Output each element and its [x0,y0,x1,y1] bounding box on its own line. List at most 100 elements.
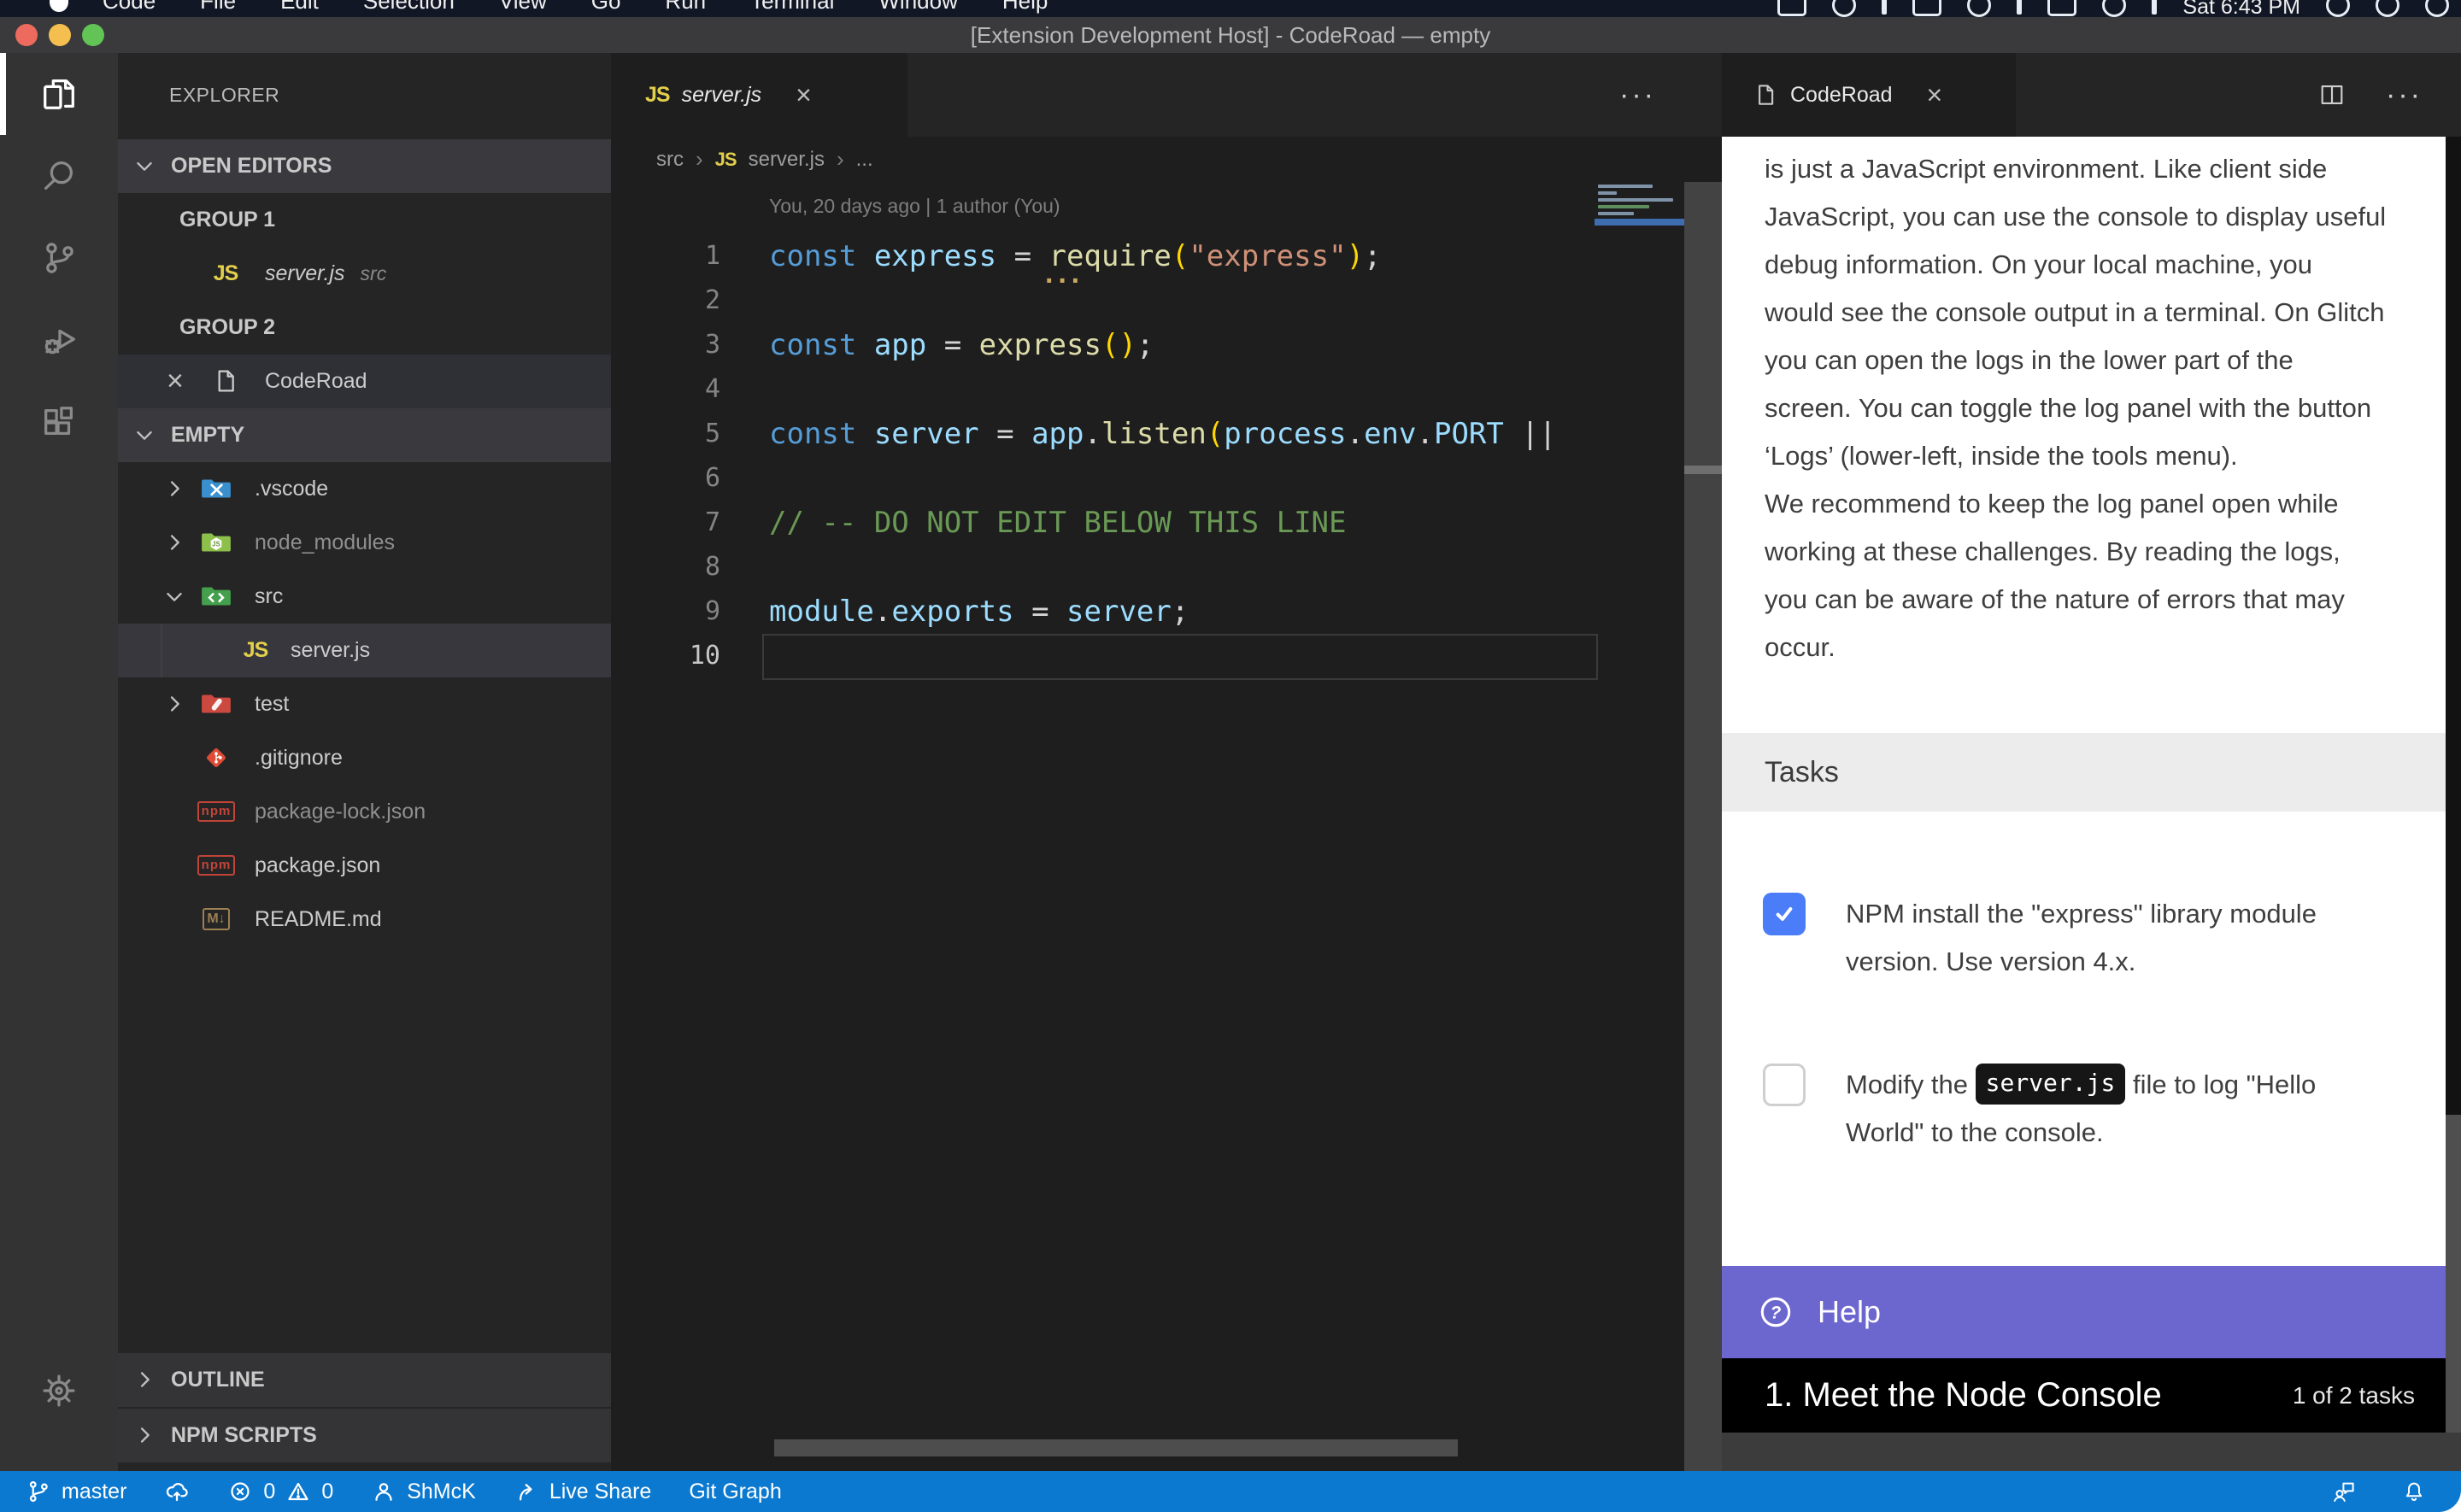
code-line[interactable]: 7// -- DO NOT EDIT BELOW THIS LINE [611,501,1679,545]
menu-item-window[interactable]: Window [878,0,957,15]
tree-item-src[interactable]: src [118,570,611,624]
tree-item-readme-md[interactable]: M↓README.md [118,893,611,946]
code-line[interactable]: 6 [611,456,1679,501]
code-line[interactable]: 3const app = express(); [611,323,1679,367]
close-tab-icon[interactable]: × [796,79,812,111]
code-line[interactable]: 4 [611,367,1679,412]
menu-item-run[interactable]: Run [665,0,706,15]
split-editor-icon[interactable] [2317,80,2346,109]
menu-item-go[interactable]: Go [591,0,621,15]
help-bar[interactable]: ? Help [1722,1266,2446,1358]
activity-extensions[interactable] [0,381,118,463]
split-icon [2317,80,2346,109]
code-line[interactable]: 8 [611,545,1679,589]
tab-coderoad[interactable]: CodeRoad × [1722,53,2016,137]
code-line[interactable]: 9module.exports = server; [611,589,1679,634]
lesson-bar[interactable]: 1. Meet the Node Console 1 of 2 tasks [1722,1358,2446,1433]
input-icon[interactable] [1967,0,1991,17]
menu-item-view[interactable]: View [499,0,547,15]
menu-item-code[interactable]: Code [103,0,156,15]
activity-run-debug[interactable] [0,299,118,381]
js-file-icon: JS [645,83,670,108]
open-editor-item-serverjs[interactable]: JSserver.jssrc [118,247,611,301]
editor-vertical-scrollbar[interactable] [1684,182,1722,1471]
section-outline[interactable]: OUTLINE [118,1353,611,1407]
branch-icon [26,1479,51,1504]
scrollbar-thumb[interactable] [1684,466,1722,474]
shield-icon[interactable] [1882,0,1887,15]
section-open-editors[interactable]: OPEN EDITORS [118,139,611,193]
task-checkbox-checked[interactable] [1763,893,1806,935]
apple-logo-icon[interactable] [50,0,68,12]
feedback-icon [2331,1479,2357,1504]
play-icon[interactable] [1912,0,1941,16]
activity-settings[interactable] [0,1350,118,1432]
status-git-graph[interactable]: Git Graph [689,1480,781,1504]
tree-item-package-lock-json[interactable]: npmpackage-lock.json [118,785,611,839]
status-live-share[interactable]: Live Share [514,1479,652,1504]
activity-search[interactable] [0,135,118,217]
code-line[interactable]: 2 [611,278,1679,323]
divider-icon[interactable] [2047,0,2076,16]
npm-icon: npm [197,801,236,822]
code-line[interactable]: 1const express = require("express"); [611,234,1679,278]
task-checkbox-unchecked[interactable] [1763,1064,1806,1106]
status-branch[interactable]: master [26,1479,126,1504]
line-number: 9 [611,589,720,634]
tree-item--gitignore[interactable]: .gitignore [118,731,611,785]
tree-item--vscode[interactable]: .vscode [118,462,611,516]
code-line[interactable]: 5const server = app.listen(process.env.P… [611,412,1679,456]
control-center-icon[interactable] [2425,0,2449,17]
close-tab-icon[interactable]: × [1927,79,1943,111]
menu-status-icons: Sat 6:43 PM [1777,0,2449,17]
current-line-highlight [762,634,1598,680]
feedback-button[interactable] [2331,1479,2357,1504]
menu-item-edit[interactable]: Edit [280,0,319,15]
control-icon[interactable] [2102,0,2126,17]
spotlight-icon[interactable] [2326,0,2350,17]
minimap-slider[interactable] [1595,219,1684,226]
tree-item-package-json[interactable]: npmpackage.json [118,839,611,893]
tree-item-server-js[interactable]: JSserver.js [118,624,611,677]
menu-item-file[interactable]: File [200,0,236,15]
editor-more-actions-button[interactable]: ··· [1619,53,1656,137]
menu-item-selection[interactable]: Selection [363,0,455,15]
line-number: 10 [611,634,720,678]
activity-source-control[interactable] [0,217,118,299]
status-problems[interactable]: 0 0 [227,1479,333,1504]
menu-item-terminal[interactable]: Terminal [750,0,834,15]
display-icon[interactable] [1777,0,1806,16]
tree-item-node-modules[interactable]: JSnode_modules [118,516,611,570]
panel-more-actions-button[interactable]: ··· [2386,79,2423,112]
open-editor-item-coderoad[interactable]: ×CodeRoad [118,355,611,408]
menu-item-help[interactable]: Help [1002,0,1048,15]
activity-explorer[interactable] [0,53,118,135]
status-sync[interactable] [164,1479,190,1504]
breadcrumb-item[interactable]: server.js [749,148,825,172]
file-page-icon [209,367,242,395]
chevron-down-icon [132,154,156,178]
section-npm-scripts[interactable]: NPM SCRIPTS [118,1409,611,1462]
minimap[interactable] [1595,182,1684,660]
close-icon[interactable]: × [167,355,191,378]
task-text: NPM install the "express" library module [1846,890,2317,938]
js-icon: JS [715,148,737,172]
sync-icon[interactable] [1832,0,1856,17]
breadcrumb-item[interactable]: ... [856,148,873,172]
codelens-annotation[interactable]: You, 20 days ago | 1 author (You) [769,195,1060,218]
siri-icon[interactable] [2376,0,2399,17]
screen-icon[interactable] [2152,0,2157,15]
notifications-button[interactable] [2401,1479,2427,1504]
source-control-icon [39,238,79,278]
breadcrumb-item[interactable]: src [656,148,684,172]
battery-icon[interactable] [2017,0,2022,15]
editor-tab-bar: JS server.js × ··· [611,53,1722,137]
panel-scrollbar-thumb[interactable] [2446,1115,2461,1433]
breadcrumb[interactable]: src›JSserver.js›... [656,137,873,182]
horizontal-scrollbar-thumb[interactable] [774,1439,1458,1456]
editor-group[interactable]: You, 20 days ago | 1 author (You) 1const… [611,53,1722,1471]
section-empty-folder[interactable]: EMPTY [118,408,611,462]
tab-server-js[interactable]: JS server.js × [611,53,907,137]
status-user[interactable]: ShMcK [371,1479,476,1504]
tree-item-test[interactable]: test [118,677,611,731]
